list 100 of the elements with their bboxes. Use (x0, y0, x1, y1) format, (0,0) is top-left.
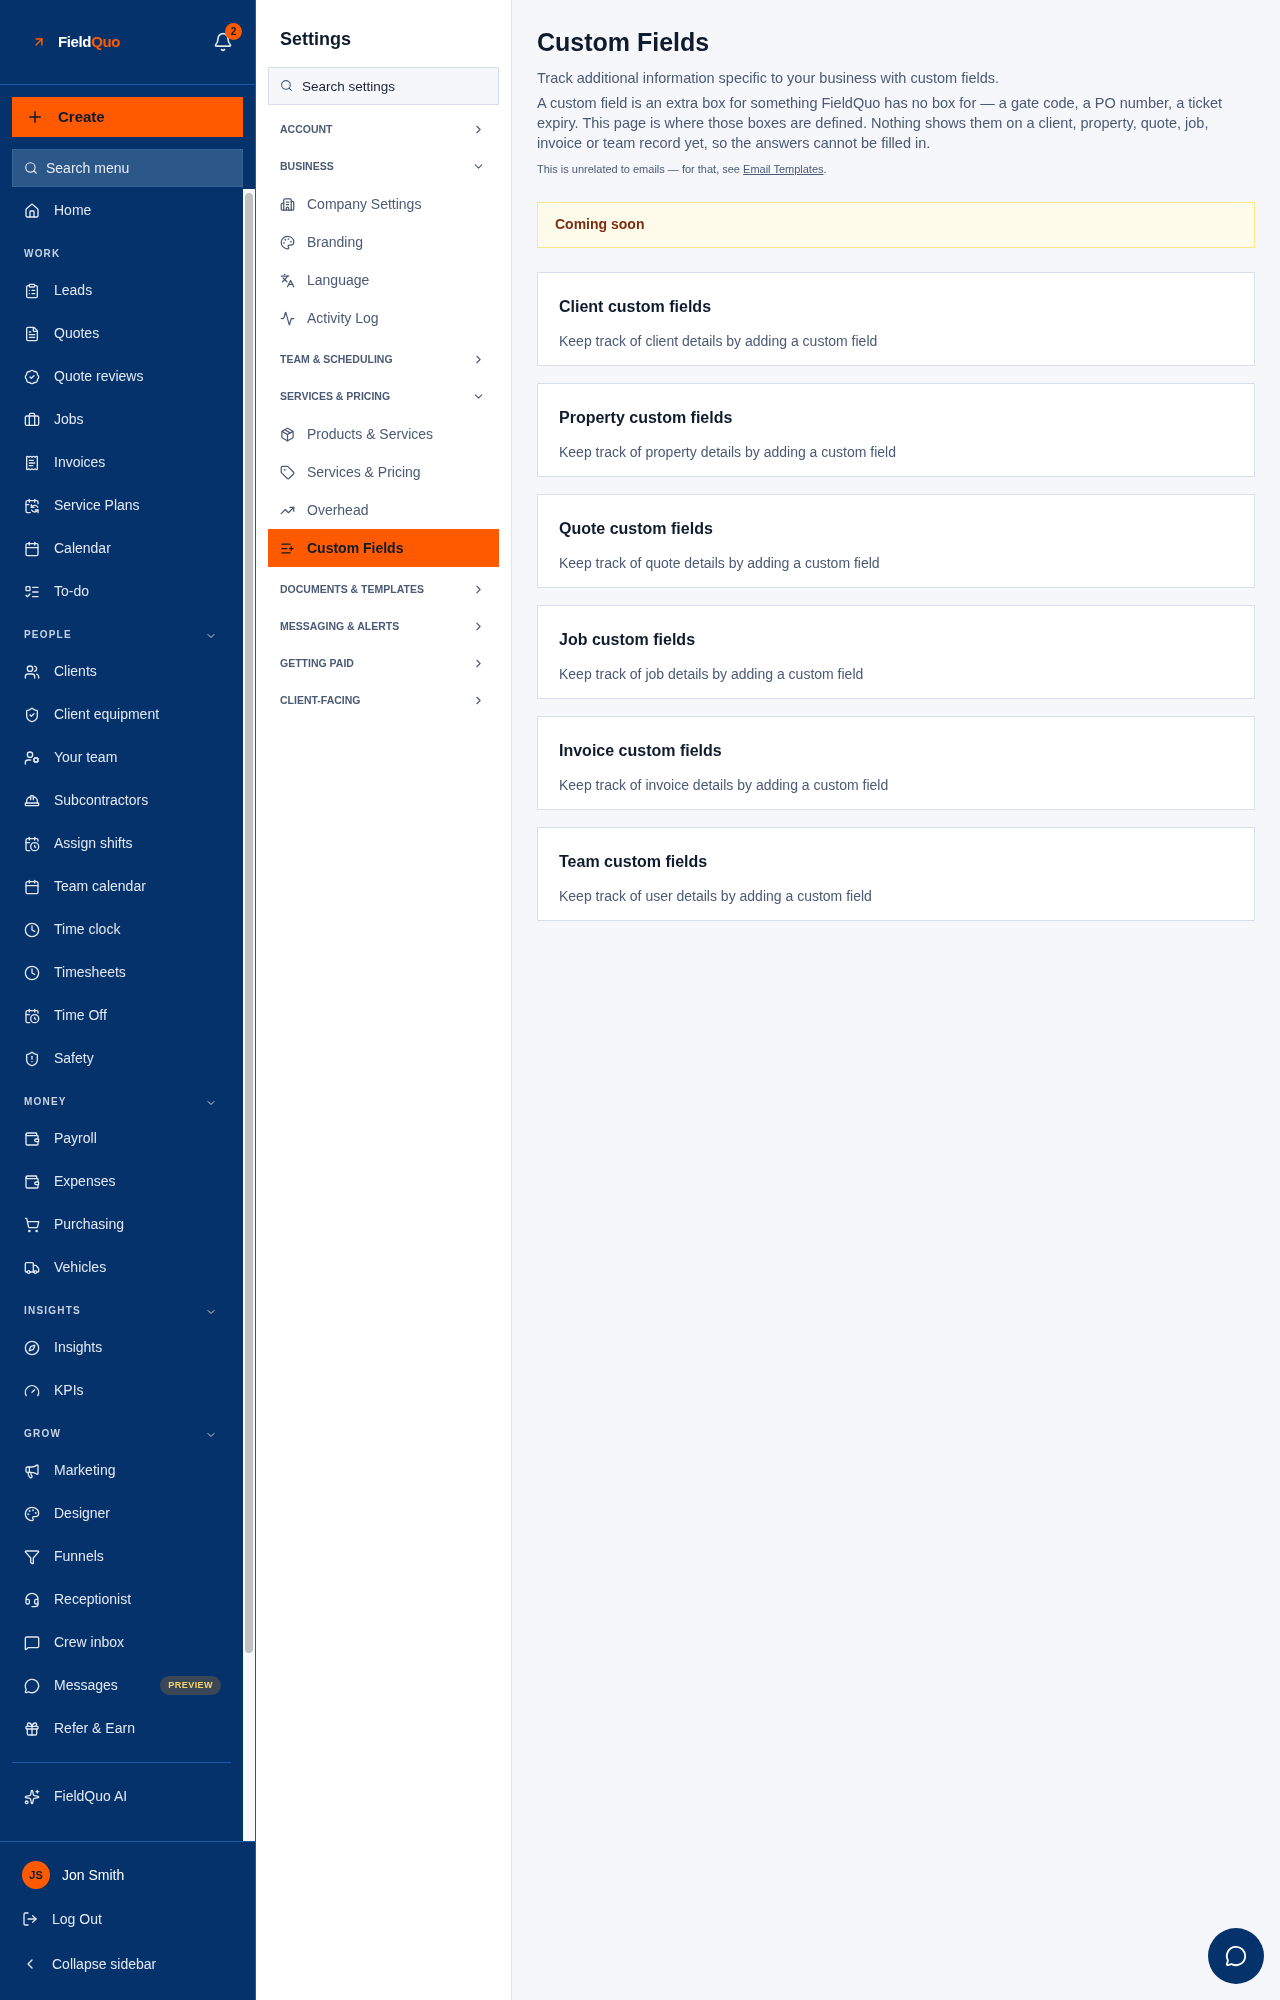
nav-item[interactable]: Time Off (12, 994, 231, 1037)
wallet-icon (24, 1130, 40, 1147)
log-out-icon (22, 1911, 38, 1927)
settings-section-header[interactable]: DOCUMENTS & TEMPLATES (268, 571, 499, 608)
coming-soon-banner: Coming soon (537, 201, 1255, 248)
search-icon (24, 161, 38, 175)
clock-icon (24, 921, 40, 938)
settings-item[interactable]: Company Settings (268, 185, 499, 223)
calendar-clock-icon (24, 1007, 40, 1024)
document-icon (24, 325, 40, 342)
section-label: PEOPLE (24, 628, 72, 642)
nav-item[interactable]: Receptionist (12, 1578, 231, 1621)
megaphone-icon (24, 1462, 40, 1479)
nav-item[interactable]: Quote reviews (12, 355, 231, 398)
custom-field-card[interactable]: Team custom fields Keep track of user details by adding a custom field (537, 826, 1255, 921)
user-name[interactable]: Jon Smith (62, 1864, 125, 1886)
nav-item[interactable]: Service Plans (12, 484, 231, 527)
nav-item[interactable]: FieldQuo AI (12, 1775, 231, 1818)
plus-icon (26, 108, 44, 126)
notifications-icon[interactable] (213, 32, 233, 52)
custom-field-card[interactable]: Quote custom fields Keep track of quote details by adding a custom field (537, 493, 1255, 588)
settings-item[interactable]: Activity Log (268, 299, 499, 337)
nav-item[interactable]: Clients (12, 650, 231, 693)
nav-item[interactable]: Client equipment (12, 693, 231, 736)
gift-icon (24, 1720, 40, 1737)
settings-item[interactable]: Language (268, 261, 499, 299)
card-title: Property custom fields (559, 407, 734, 428)
nav-item[interactable]: Marketing (12, 1449, 231, 1492)
nav-item[interactable]: Funnels (12, 1535, 231, 1578)
nav-item[interactable]: Quotes (12, 312, 231, 355)
nav-item[interactable]: Team calendar (12, 865, 231, 908)
palette-icon (24, 1505, 40, 1522)
create-button[interactable]: Create (12, 97, 243, 137)
settings-section-header[interactable]: GETTING PAID (268, 645, 499, 682)
card-title: Quote custom fields (559, 518, 714, 539)
log-out-link[interactable]: Log Out (22, 1896, 233, 1942)
funnel-icon (24, 1548, 40, 1565)
preview-badge: PREVIEW (160, 1675, 221, 1696)
collapse-sidebar-button[interactable]: Collapse sidebar (22, 1942, 233, 1986)
nav-item[interactable]: Calendar (12, 527, 231, 570)
custom-field-card[interactable]: Property custom fields Keep track of property details by adding a custom field (537, 382, 1255, 477)
card-description: Keep track of job details by adding a custom field (559, 664, 865, 684)
scrollbar[interactable] (243, 189, 255, 1841)
check-badge-icon (24, 368, 40, 385)
nav-item[interactable]: Home (12, 189, 231, 232)
custom-field-card[interactable]: Client custom fields Keep track of client details by adding a custom field (537, 271, 1255, 366)
nav-item[interactable]: Payroll (12, 1117, 231, 1160)
custom-field-card[interactable]: Invoice custom fields Keep track of invoice details by adding a custom field (537, 715, 1255, 810)
nav-item[interactable]: To-do (12, 570, 231, 613)
settings-section-header[interactable]: BUSINESS (268, 148, 499, 185)
nav-item[interactable]: Your team (12, 736, 231, 779)
brand-logo[interactable]: FieldQuo (58, 30, 120, 54)
compass-icon (24, 1339, 40, 1356)
settings-item[interactable]: Branding (268, 223, 499, 261)
receipt-icon (24, 454, 40, 471)
settings-section-header[interactable]: ACCOUNT (268, 111, 499, 148)
chat-button[interactable] (1208, 1928, 1264, 1984)
nav-item[interactable]: Leads (12, 269, 231, 312)
nav-item[interactable]: Insights (12, 1326, 231, 1369)
users-icon (24, 663, 40, 680)
cart-icon (24, 1216, 40, 1233)
settings-item[interactable]: Custom Fields (268, 529, 499, 567)
nav-item[interactable]: Subcontractors (12, 779, 231, 822)
nav-item[interactable]: Refer & Earn (12, 1707, 231, 1750)
section-label: GROW (24, 1427, 62, 1441)
settings-item[interactable]: Products & Services (268, 415, 499, 453)
nav-item[interactable]: Invoices (12, 441, 231, 484)
settings-item[interactable]: Overhead (268, 491, 499, 529)
shield-check-icon (24, 706, 40, 723)
settings-item[interactable]: Services & Pricing (268, 453, 499, 491)
nav-item[interactable]: Vehicles (12, 1246, 231, 1289)
nav-item[interactable]: Jobs (12, 398, 231, 441)
notification-count: 2 (225, 23, 242, 40)
settings-section-header[interactable]: SERVICES & PRICING (268, 378, 499, 415)
sparkles-icon (24, 1788, 40, 1805)
nav-item[interactable]: Designer (12, 1492, 231, 1535)
nav-item[interactable]: Safety (12, 1037, 231, 1080)
nav-item[interactable]: Expenses (12, 1160, 231, 1203)
nav-item[interactable]: Crew inbox (12, 1621, 231, 1664)
nav-item[interactable]: Assign shifts (12, 822, 231, 865)
nav-item[interactable]: KPIs (12, 1369, 231, 1412)
palette-icon (280, 234, 295, 250)
nav-item[interactable]: Time clock (12, 908, 231, 951)
email-templates-link[interactable]: Email Templates (743, 163, 824, 176)
section-label: MONEY (24, 1095, 67, 1109)
nav-item[interactable]: Purchasing (12, 1203, 231, 1246)
settings-section-header[interactable]: TEAM & SCHEDULING (268, 341, 499, 378)
settings-section-header[interactable]: CLIENT-FACING (268, 682, 499, 719)
custom-field-card[interactable]: Job custom fields Keep track of job details by adding a custom field (537, 604, 1255, 699)
box-icon (280, 426, 295, 442)
nav-item[interactable]: Timesheets (12, 951, 231, 994)
search-field[interactable]: Search menu (12, 149, 243, 187)
truck-icon (24, 1259, 40, 1276)
card-description: Keep track of property details by adding a custom field (559, 442, 897, 462)
calendar-icon (24, 540, 40, 557)
nav-item[interactable]: Messages PREVIEW (12, 1664, 231, 1707)
headset-icon (24, 1591, 40, 1608)
settings-section-header[interactable]: MESSAGING & ALERTS (268, 608, 499, 645)
settings-search-field[interactable]: Search settings (268, 67, 499, 105)
search-icon (280, 79, 293, 92)
